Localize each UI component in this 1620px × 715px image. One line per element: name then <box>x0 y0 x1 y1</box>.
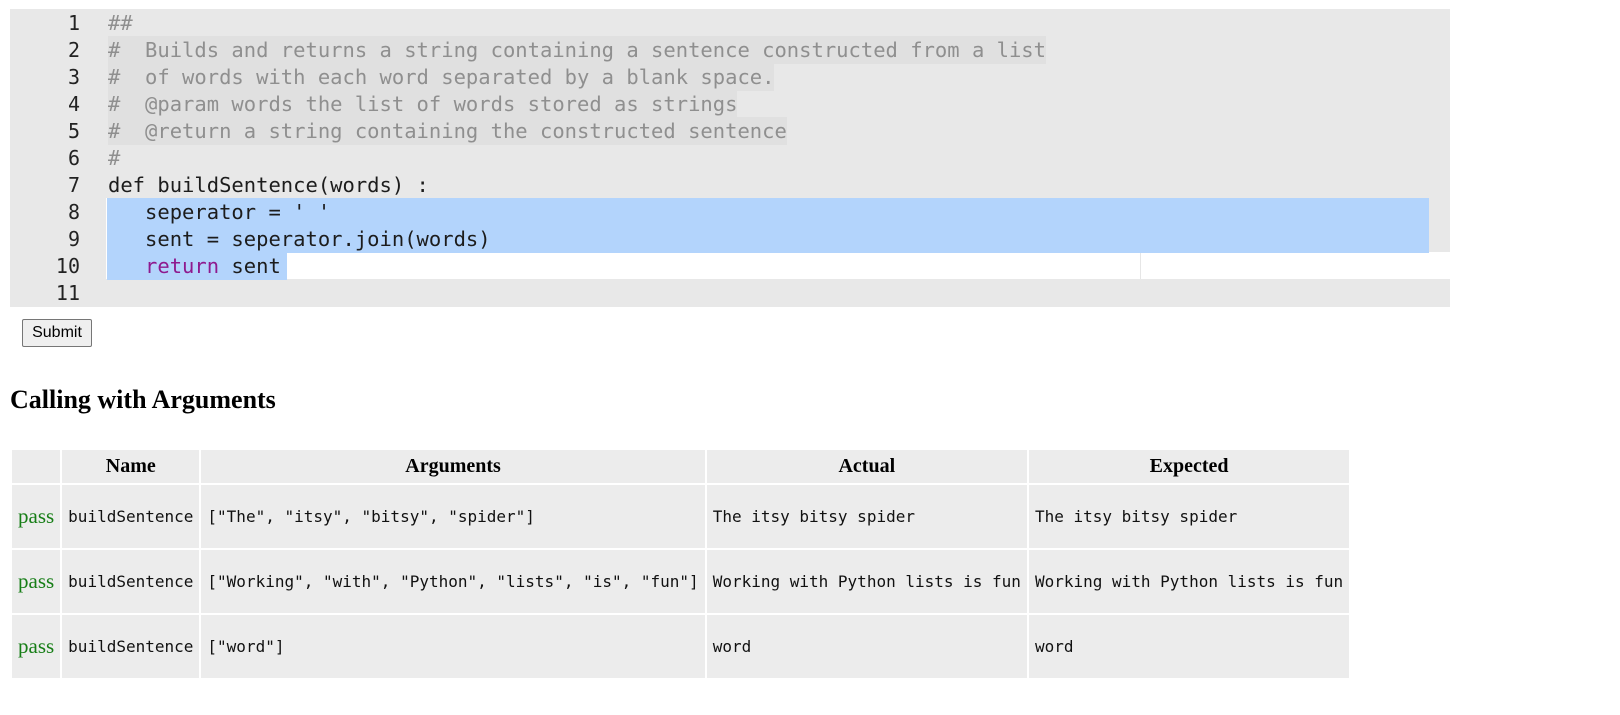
line-number: 11 <box>55 281 80 305</box>
code-line: 2 # Builds and returns a string containi… <box>10 36 1450 64</box>
code-line: 11 <box>10 279 1450 307</box>
arguments-cell: ["The", "itsy", "bitsy", "spider"] <box>201 485 705 548</box>
actual-cell: Working with Python lists is fun <box>706 550 1027 613</box>
name-cell: buildSentence <box>62 550 200 613</box>
line-number: 5 <box>67 119 80 143</box>
code-comment: # Builds and returns a string containing… <box>108 36 1046 64</box>
code-text: sent <box>219 254 281 278</box>
line-number: 4 <box>67 92 80 116</box>
table-row: pass buildSentence ["word"] word word <box>12 615 1350 678</box>
code-line: 7 def buildSentence(words) : <box>10 171 1450 199</box>
code-comment: # @param words the list of words stored … <box>108 90 738 118</box>
actual-cell: The itsy bitsy spider <box>706 485 1027 548</box>
status-cell: pass <box>12 550 61 613</box>
status-column-header <box>12 450 61 483</box>
code-text[interactable]: return sent <box>108 252 281 280</box>
table-row: pass buildSentence ["Working", "with", "… <box>12 550 1350 613</box>
expected-cell: The itsy bitsy spider <box>1028 485 1350 548</box>
expected-cell: Working with Python lists is fun <box>1028 550 1350 613</box>
arguments-column-header: Arguments <box>201 450 705 483</box>
submit-button[interactable]: Submit <box>22 319 92 347</box>
name-cell: buildSentence <box>62 615 200 678</box>
code-text[interactable]: sent = seperator.join(words) <box>108 225 491 253</box>
code-text: def buildSentence(words) : <box>108 173 429 197</box>
return-keyword: return <box>145 254 220 278</box>
section-title: Calling with Arguments <box>10 385 276 414</box>
code-line: 3 # of words with each word separated by… <box>10 63 1450 91</box>
line-number: 9 <box>67 227 80 251</box>
code-comment: # <box>108 146 121 170</box>
line-number: 8 <box>67 200 80 224</box>
table-row: pass buildSentence ["The", "itsy", "bits… <box>12 485 1350 548</box>
arguments-cell: ["Working", "with", "Python", "lists", "… <box>201 550 705 613</box>
line-number: 10 <box>55 254 80 278</box>
code-comment: # of words with each word separated by a… <box>108 63 775 91</box>
code-line: 4 # @param words the list of words store… <box>10 90 1450 118</box>
table-header-row: Name Arguments Actual Expected <box>12 450 1350 483</box>
arguments-cell: ["word"] <box>201 615 705 678</box>
status-cell: pass <box>12 485 61 548</box>
code-line: 6 # <box>10 144 1450 172</box>
expected-cell: word <box>1028 615 1350 678</box>
code-line[interactable]: 8 seperator = ' ' <box>10 198 1450 226</box>
name-column-header: Name <box>62 450 200 483</box>
actual-cell: word <box>706 615 1027 678</box>
code-line[interactable]: 9 sent = seperator.join(words) <box>10 225 1450 253</box>
code-line[interactable]: 10 return sent <box>10 252 1450 280</box>
status-cell: pass <box>12 615 61 678</box>
line-number: 3 <box>67 65 80 89</box>
code-line: 5 # @return a string containing the cons… <box>10 117 1450 145</box>
code-comment: ## <box>108 11 133 35</box>
line-number: 1 <box>67 11 80 35</box>
line-number: 2 <box>67 38 80 62</box>
code-comment: # @return a string containing the constr… <box>108 117 787 145</box>
code-editor[interactable]: 1 ## 2 # Builds and returns a string con… <box>10 9 1451 307</box>
line-number: 7 <box>67 173 80 197</box>
code-text[interactable]: seperator = ' ' <box>108 198 330 226</box>
line-number: 6 <box>67 146 80 170</box>
code-line: 1 ## <box>10 9 1450 37</box>
expected-column-header: Expected <box>1028 450 1350 483</box>
name-cell: buildSentence <box>62 485 200 548</box>
results-table: Name Arguments Actual Expected pass buil… <box>10 448 1351 680</box>
actual-column-header: Actual <box>706 450 1027 483</box>
